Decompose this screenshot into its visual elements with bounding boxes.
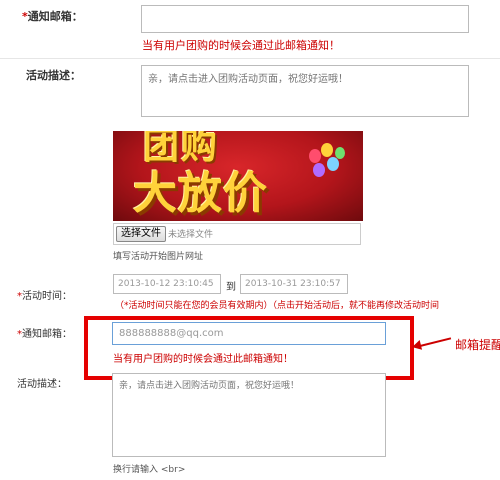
section-divider: [0, 58, 500, 59]
end-time-input[interactable]: [240, 274, 348, 294]
callout-arrow-head: [410, 340, 423, 352]
choose-file-button[interactable]: 选择文件: [116, 226, 166, 242]
top-email-label: *通知邮箱：: [22, 10, 83, 23]
banner-line2: 大放价: [133, 168, 268, 219]
bottom-desc-textarea[interactable]: [112, 373, 386, 457]
start-time-input[interactable]: [113, 274, 221, 294]
upload-hint: 填写活动开始图片网址: [113, 252, 204, 262]
file-status-text: 未选择文件: [168, 230, 214, 240]
activity-banner-image: 团购 大放价: [113, 131, 363, 221]
balloon-decoration: [313, 163, 325, 177]
time-label: *活动时间：: [17, 291, 72, 302]
time-note: （*活动时间只能在您的会员有效期内）（点击开始活动后，就不能再修改活动时间: [115, 301, 440, 311]
balloon-decoration: [327, 157, 339, 171]
top-desc-label: 活动描述：: [26, 69, 81, 82]
balloon-decoration: [309, 149, 321, 163]
top-desc-textarea[interactable]: [141, 65, 469, 117]
highlight-box: [84, 316, 414, 380]
bottom-email-label: *通知邮箱：: [17, 329, 72, 340]
top-email-hint: 当有用户团购的时候会通过此邮箱通知！: [142, 39, 340, 52]
bottom-desc-hint: 换行请输入 <br>: [113, 465, 186, 475]
time-separator: 到: [226, 282, 236, 293]
file-upload-field[interactable]: 选择文件 未选择文件: [113, 223, 361, 245]
balloon-decoration: [335, 147, 345, 159]
bottom-desc-label: 活动描述：: [17, 379, 67, 390]
top-email-input[interactable]: [141, 5, 469, 33]
callout-text: 邮箱提醒: [455, 338, 500, 352]
balloon-decoration: [321, 143, 333, 157]
